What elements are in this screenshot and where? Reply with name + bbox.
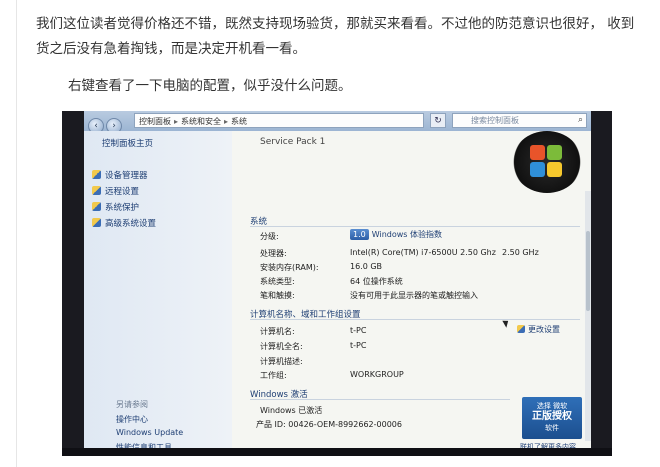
breadcrumb[interactable]: 控制面板 ▸ 系统和安全 ▸ 系统 [134,113,424,128]
shield-icon [92,202,101,211]
product-id: 产品 ID: 00426-OEM-8992662-00006 [256,420,402,429]
address-bar: ‹ › 控制面板 ▸ 系统和安全 ▸ 系统 ↻ 搜索控制面板 ⌕ [84,111,591,134]
shield-icon [92,186,101,195]
workgroup-label: 工作组: [260,371,287,380]
article-paragraph-2: 右键查看了一下电脑的配置，似乎没什么问题。 [68,78,352,94]
pen-touch-value: 没有可用于此显示器的笔或触控输入 [350,291,478,300]
shield-icon [92,170,101,179]
experience-index-badge: 1.0 [350,229,369,240]
rating-value[interactable]: 1.0 Windows 体验指数 [350,229,442,240]
article-paragraph-1: 我们这位读者觉得价格还不错，既然支持现场验货，那就买来看看。不过他的防范意识也很… [36,16,635,57]
ram-label: 安装内存(RAM): [260,263,319,272]
system-type-value: 64 位操作系统 [350,277,403,286]
page-border [16,0,17,467]
change-settings-label: 更改设置 [528,325,560,334]
service-pack: Service Pack 1 [260,137,326,147]
divider [250,226,580,227]
divider [250,399,510,400]
control-panel-home-link[interactable]: 控制面板主页 [102,137,153,149]
device-manager-link[interactable]: 设备管理器 [92,169,148,181]
left-pane-item-label: 设备管理器 [105,171,148,181]
scrollbar-thumb[interactable] [586,231,590,311]
activation-status: Windows 已激活 [260,406,323,415]
search-placeholder: 搜索控制面板 [471,116,519,125]
computer-name-label: 计算机名: [260,327,295,336]
screen-photo: ‹ › 控制面板 ▸ 系统和安全 ▸ 系统 ↻ 搜索控制面板 ⌕ 控制面板主页 设备管理器… [62,111,612,456]
computer-description-label: 计算机描述: [260,357,303,366]
scrollbar[interactable] [585,191,591,441]
full-computer-name-label: 计算机全名: [260,342,303,351]
advanced-system-settings-link[interactable]: 高级系统设置 [92,217,156,229]
full-computer-name-value: t-PC [350,341,367,350]
breadcrumb-item[interactable]: 系统 [231,117,247,126]
remote-settings-link[interactable]: 远程设置 [92,185,139,197]
breadcrumb-separator-icon: ▸ [224,117,229,126]
ram-value: 16.0 GB [350,262,383,271]
left-pane-item-label: 远程设置 [105,187,140,197]
left-pane: 控制面板主页 设备管理器 远程设置 系统保护 高级系统设置 另请参阅 操作中心 … [84,131,232,451]
shield-icon [517,325,525,333]
system-type-label: 系统类型: [260,277,295,286]
pen-touch-label: 笔和触摸: [260,291,295,300]
breadcrumb-separator-icon: ▸ [174,117,179,126]
shield-icon [92,218,101,227]
see-also-title: 另请参阅 [116,400,148,409]
experience-index-link[interactable]: Windows 体验指数 [372,230,442,239]
nav-buttons: ‹ › [88,113,128,134]
search-input[interactable]: 搜索控制面板 ⌕ [452,113,587,128]
workgroup-value: WORKGROUP [350,370,404,379]
refresh-icon[interactable]: ↻ [430,113,446,128]
system-protection-link[interactable]: 系统保护 [92,201,139,213]
change-settings-link[interactable]: 更改设置 [517,324,560,335]
windows-flag-icon [530,145,564,179]
breadcrumb-item[interactable]: 控制面板 [139,117,171,126]
processor-speed: 2.50 GHz [502,248,539,257]
windows-logo [512,131,582,193]
windows-update-link[interactable]: Windows Update [116,428,183,437]
genuine-microsoft-badge: 选择 微软 正版授权 软件 [522,397,582,439]
computer-name-value: t-PC [350,326,367,335]
processor-label: 处理器: [260,249,287,258]
action-center-link[interactable]: 操作中心 [116,414,148,425]
left-pane-item-label: 系统保护 [105,203,140,213]
rating-label: 分级: [260,232,279,241]
divider [250,319,580,320]
genuine-badge-line3: 软件 [545,424,559,432]
breadcrumb-item[interactable]: 系统和安全 [181,117,221,126]
left-pane-item-label: 高级系统设置 [105,219,157,229]
processor-value: Intel(R) Core(TM) i7-6500U 2.50 Ghz [350,248,496,257]
system-properties-window: ‹ › 控制面板 ▸ 系统和安全 ▸ 系统 ↻ 搜索控制面板 ⌕ 控制面板主页 设备管理器… [84,111,591,451]
desk-surface [62,448,612,456]
genuine-badge-line1: 选择 微软 [536,402,568,410]
search-icon[interactable]: ⌕ [578,114,583,127]
main-pane: Service Pack 1 系统 分级: 1.0 Windows 体验指数 处理… [232,131,591,451]
genuine-badge-line2: 正版授权 [532,411,572,422]
